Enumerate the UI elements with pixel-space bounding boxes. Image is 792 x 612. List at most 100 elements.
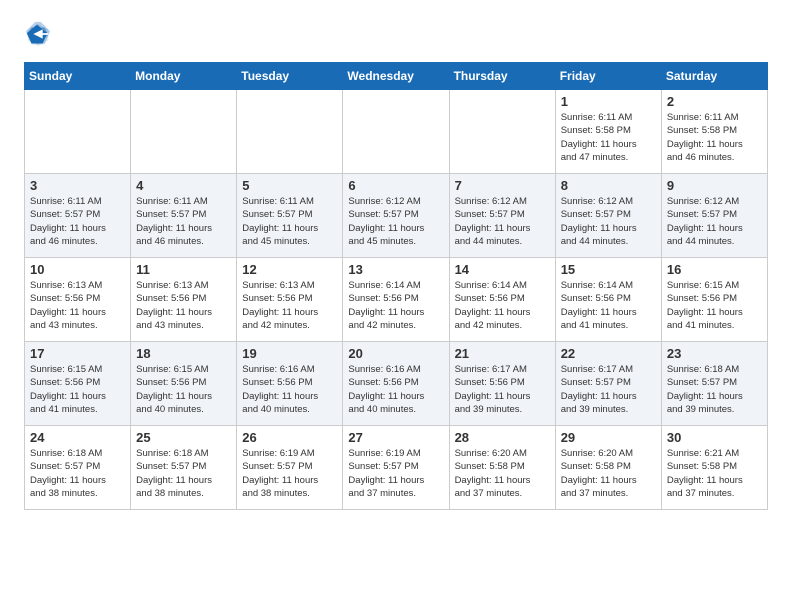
calendar-cell: 7 Sunrise: 6:12 AM Sunset: 5:57 PM Daylig… xyxy=(449,174,555,258)
day-number: 27 xyxy=(348,430,443,445)
cell-info: Sunrise: 6:14 AM Sunset: 5:56 PM Dayligh… xyxy=(348,279,443,332)
cell-info: Sunrise: 6:18 AM Sunset: 5:57 PM Dayligh… xyxy=(136,447,231,500)
day-number: 12 xyxy=(242,262,337,277)
cell-info: Sunrise: 6:13 AM Sunset: 5:56 PM Dayligh… xyxy=(242,279,337,332)
day-header: Wednesday xyxy=(343,63,449,90)
day-number: 16 xyxy=(667,262,762,277)
calendar-cell xyxy=(343,90,449,174)
calendar-cell: 27 Sunrise: 6:19 AM Sunset: 5:57 PM Dayli… xyxy=(343,426,449,510)
calendar-cell: 10 Sunrise: 6:13 AM Sunset: 5:56 PM Dayli… xyxy=(25,258,131,342)
calendar-cell: 17 Sunrise: 6:15 AM Sunset: 5:56 PM Dayli… xyxy=(25,342,131,426)
page: SundayMondayTuesdayWednesdayThursdayFrid… xyxy=(0,0,792,526)
day-number: 14 xyxy=(455,262,550,277)
day-number: 13 xyxy=(348,262,443,277)
calendar-cell: 26 Sunrise: 6:19 AM Sunset: 5:57 PM Dayli… xyxy=(237,426,343,510)
day-header: Sunday xyxy=(25,63,131,90)
day-number: 1 xyxy=(561,94,656,109)
calendar-cell: 2 Sunrise: 6:11 AM Sunset: 5:58 PM Daylig… xyxy=(661,90,767,174)
day-number: 9 xyxy=(667,178,762,193)
header xyxy=(24,20,768,48)
day-number: 30 xyxy=(667,430,762,445)
cell-info: Sunrise: 6:15 AM Sunset: 5:56 PM Dayligh… xyxy=(136,363,231,416)
calendar-cell: 9 Sunrise: 6:12 AM Sunset: 5:57 PM Daylig… xyxy=(661,174,767,258)
calendar-table: SundayMondayTuesdayWednesdayThursdayFrid… xyxy=(24,62,768,510)
day-number: 5 xyxy=(242,178,337,193)
cell-info: Sunrise: 6:16 AM Sunset: 5:56 PM Dayligh… xyxy=(242,363,337,416)
calendar-cell: 29 Sunrise: 6:20 AM Sunset: 5:58 PM Dayli… xyxy=(555,426,661,510)
calendar-cell: 24 Sunrise: 6:18 AM Sunset: 5:57 PM Dayli… xyxy=(25,426,131,510)
day-header: Thursday xyxy=(449,63,555,90)
day-number: 10 xyxy=(30,262,125,277)
day-number: 20 xyxy=(348,346,443,361)
cell-info: Sunrise: 6:19 AM Sunset: 5:57 PM Dayligh… xyxy=(242,447,337,500)
cell-info: Sunrise: 6:12 AM Sunset: 5:57 PM Dayligh… xyxy=(667,195,762,248)
day-number: 2 xyxy=(667,94,762,109)
calendar-cell: 12 Sunrise: 6:13 AM Sunset: 5:56 PM Dayli… xyxy=(237,258,343,342)
calendar-cell: 15 Sunrise: 6:14 AM Sunset: 5:56 PM Dayli… xyxy=(555,258,661,342)
calendar-cell: 19 Sunrise: 6:16 AM Sunset: 5:56 PM Dayli… xyxy=(237,342,343,426)
cell-info: Sunrise: 6:18 AM Sunset: 5:57 PM Dayligh… xyxy=(667,363,762,416)
cell-info: Sunrise: 6:17 AM Sunset: 5:56 PM Dayligh… xyxy=(455,363,550,416)
calendar-cell xyxy=(25,90,131,174)
cell-info: Sunrise: 6:11 AM Sunset: 5:58 PM Dayligh… xyxy=(667,111,762,164)
cell-info: Sunrise: 6:15 AM Sunset: 5:56 PM Dayligh… xyxy=(30,363,125,416)
calendar-cell: 18Sunrise: 6:15 AM Sunset: 5:56 PM Dayli… xyxy=(131,342,237,426)
cell-info: Sunrise: 6:20 AM Sunset: 5:58 PM Dayligh… xyxy=(455,447,550,500)
day-number: 3 xyxy=(30,178,125,193)
week-row: 17 Sunrise: 6:15 AM Sunset: 5:56 PM Dayli… xyxy=(25,342,768,426)
calendar-cell: 20 Sunrise: 6:16 AM Sunset: 5:56 PM Dayli… xyxy=(343,342,449,426)
day-number: 23 xyxy=(667,346,762,361)
week-row: 1 Sunrise: 6:11 AM Sunset: 5:58 PM Daylig… xyxy=(25,90,768,174)
calendar-cell: 25 Sunrise: 6:18 AM Sunset: 5:57 PM Dayli… xyxy=(131,426,237,510)
calendar-cell: 23 Sunrise: 6:18 AM Sunset: 5:57 PM Dayli… xyxy=(661,342,767,426)
day-header: Friday xyxy=(555,63,661,90)
day-number: 29 xyxy=(561,430,656,445)
calendar-cell xyxy=(131,90,237,174)
day-number: 24 xyxy=(30,430,125,445)
calendar-cell xyxy=(237,90,343,174)
week-row: 3 Sunrise: 6:11 AM Sunset: 5:57 PM Daylig… xyxy=(25,174,768,258)
calendar-cell: 13 Sunrise: 6:14 AM Sunset: 5:56 PM Dayli… xyxy=(343,258,449,342)
cell-info: Sunrise: 6:17 AM Sunset: 5:57 PM Dayligh… xyxy=(561,363,656,416)
calendar-cell: 30Sunrise: 6:21 AM Sunset: 5:58 PM Dayli… xyxy=(661,426,767,510)
logo-icon xyxy=(24,20,52,48)
day-number: 7 xyxy=(455,178,550,193)
cell-info: Sunrise: 6:19 AM Sunset: 5:57 PM Dayligh… xyxy=(348,447,443,500)
day-number: 15 xyxy=(561,262,656,277)
logo xyxy=(24,20,56,48)
cell-info: Sunrise: 6:13 AM Sunset: 5:56 PM Dayligh… xyxy=(30,279,125,332)
day-number: 26 xyxy=(242,430,337,445)
calendar-cell: 6 Sunrise: 6:12 AM Sunset: 5:57 PM Daylig… xyxy=(343,174,449,258)
day-header: Monday xyxy=(131,63,237,90)
cell-info: Sunrise: 6:18 AM Sunset: 5:57 PM Dayligh… xyxy=(30,447,125,500)
cell-info: Sunrise: 6:12 AM Sunset: 5:57 PM Dayligh… xyxy=(348,195,443,248)
day-number: 25 xyxy=(136,430,231,445)
cell-info: Sunrise: 6:14 AM Sunset: 5:56 PM Dayligh… xyxy=(455,279,550,332)
calendar-cell: 8Sunrise: 6:12 AM Sunset: 5:57 PM Daylig… xyxy=(555,174,661,258)
cell-info: Sunrise: 6:12 AM Sunset: 5:57 PM Dayligh… xyxy=(561,195,656,248)
calendar-cell: 22 Sunrise: 6:17 AM Sunset: 5:57 PM Dayli… xyxy=(555,342,661,426)
cell-info: Sunrise: 6:11 AM Sunset: 5:57 PM Dayligh… xyxy=(30,195,125,248)
calendar-cell: 16 Sunrise: 6:15 AM Sunset: 5:56 PM Dayli… xyxy=(661,258,767,342)
cell-info: Sunrise: 6:11 AM Sunset: 5:57 PM Dayligh… xyxy=(242,195,337,248)
calendar-cell: 1Sunrise: 6:11 AM Sunset: 5:58 PM Daylig… xyxy=(555,90,661,174)
cell-info: Sunrise: 6:12 AM Sunset: 5:57 PM Dayligh… xyxy=(455,195,550,248)
calendar-cell: 21 Sunrise: 6:17 AM Sunset: 5:56 PM Dayli… xyxy=(449,342,555,426)
day-number: 11 xyxy=(136,262,231,277)
calendar-cell: 5 Sunrise: 6:11 AM Sunset: 5:57 PM Daylig… xyxy=(237,174,343,258)
calendar-cell: 11 Sunrise: 6:13 AM Sunset: 5:56 PM Dayli… xyxy=(131,258,237,342)
cell-info: Sunrise: 6:16 AM Sunset: 5:56 PM Dayligh… xyxy=(348,363,443,416)
day-number: 19 xyxy=(242,346,337,361)
calendar-cell: 28Sunrise: 6:20 AM Sunset: 5:58 PM Dayli… xyxy=(449,426,555,510)
day-number: 17 xyxy=(30,346,125,361)
cell-info: Sunrise: 6:14 AM Sunset: 5:56 PM Dayligh… xyxy=(561,279,656,332)
cell-info: Sunrise: 6:15 AM Sunset: 5:56 PM Dayligh… xyxy=(667,279,762,332)
cell-info: Sunrise: 6:20 AM Sunset: 5:58 PM Dayligh… xyxy=(561,447,656,500)
day-header: Tuesday xyxy=(237,63,343,90)
header-row: SundayMondayTuesdayWednesdayThursdayFrid… xyxy=(25,63,768,90)
cell-info: Sunrise: 6:13 AM Sunset: 5:56 PM Dayligh… xyxy=(136,279,231,332)
day-number: 21 xyxy=(455,346,550,361)
day-number: 22 xyxy=(561,346,656,361)
calendar-cell xyxy=(449,90,555,174)
day-number: 6 xyxy=(348,178,443,193)
